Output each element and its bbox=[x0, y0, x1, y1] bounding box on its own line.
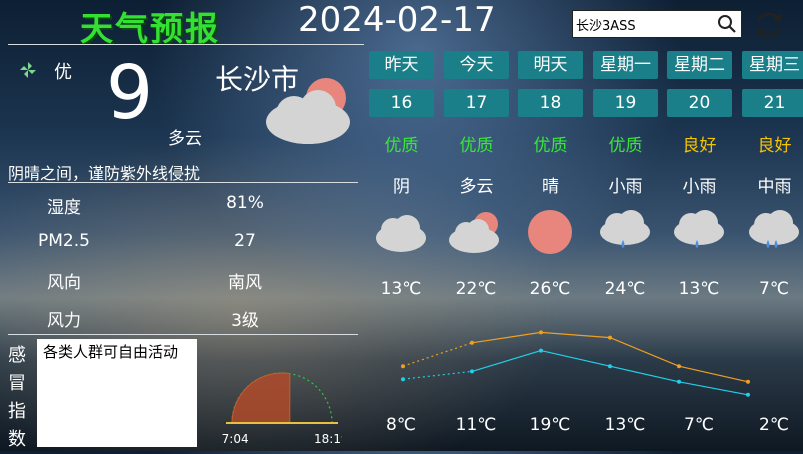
tab-0[interactable]: 昨天 bbox=[369, 51, 434, 79]
humidity-label: 湿度 bbox=[47, 198, 81, 218]
date-1[interactable]: 17 bbox=[444, 89, 509, 117]
weather-4: 小雨 bbox=[682, 177, 717, 197]
cold-index-text: 各类人群可自由活动 bbox=[37, 339, 197, 447]
series-0-point-1 bbox=[470, 340, 474, 345]
low-temp-5: 2℃ bbox=[759, 415, 789, 435]
header-divider bbox=[8, 44, 364, 45]
series-0-point-5 bbox=[746, 379, 750, 384]
wind-direction-label: 风向 bbox=[47, 273, 81, 293]
tab-3[interactable]: 星期一 bbox=[593, 51, 658, 79]
series-1-segment-2 bbox=[540, 350, 611, 367]
quality-5: 良好 bbox=[757, 136, 792, 156]
quality-2: 优质 bbox=[533, 136, 568, 156]
weather-3: 小雨 bbox=[608, 177, 643, 197]
partly-cloudy-icon bbox=[449, 212, 499, 253]
cloudy-icon bbox=[376, 215, 426, 252]
series-0-segment-1 bbox=[471, 331, 542, 344]
pm25-label: PM2.5 bbox=[38, 231, 90, 251]
series-1-point-4 bbox=[677, 379, 681, 384]
high-temp-3: 24℃ bbox=[604, 279, 646, 299]
date-title: 2024-02-17 bbox=[298, 0, 496, 40]
low-temp-3: 13℃ bbox=[604, 415, 646, 435]
series-0-point-0 bbox=[401, 364, 405, 369]
series-0-segment-4 bbox=[678, 365, 749, 383]
sunset-time: 18:19 bbox=[314, 432, 342, 446]
date-4[interactable]: 20 bbox=[667, 89, 732, 117]
series-1-point-1 bbox=[470, 369, 474, 374]
series-1-point-3 bbox=[608, 364, 612, 369]
series-0-segment-2 bbox=[540, 331, 611, 339]
wind-force-value: 3级 bbox=[231, 311, 259, 331]
search-icon[interactable] bbox=[717, 14, 737, 34]
tab-2[interactable]: 明天 bbox=[518, 51, 583, 79]
quality-0: 优质 bbox=[384, 136, 419, 156]
refresh-icon[interactable] bbox=[752, 8, 786, 42]
low-temp-4: 7℃ bbox=[684, 415, 714, 435]
search-box[interactable] bbox=[572, 10, 742, 38]
high-temp-5: 7℃ bbox=[759, 279, 789, 299]
light-rain-icon bbox=[600, 210, 650, 248]
low-temp-1: 11℃ bbox=[455, 415, 497, 435]
tip-divider bbox=[8, 182, 358, 183]
aqi-level: 优 bbox=[54, 62, 72, 83]
tab-1[interactable]: 今天 bbox=[444, 51, 509, 79]
series-1-point-2 bbox=[539, 348, 543, 353]
stats-divider bbox=[8, 334, 358, 335]
series-1-segment-4 bbox=[678, 381, 749, 396]
app-title: 天气预报 bbox=[80, 9, 220, 48]
series-0-point-4 bbox=[677, 364, 681, 369]
sun-progress-fill bbox=[231, 372, 291, 424]
current-temperature: 9 bbox=[106, 50, 154, 136]
low-temp-2: 19℃ bbox=[529, 415, 571, 435]
tab-5[interactable]: 星期三 bbox=[742, 51, 803, 79]
date-0[interactable]: 16 bbox=[369, 89, 434, 117]
weather-0: 阴 bbox=[393, 177, 410, 197]
cold-index-label: 感冒指数 bbox=[8, 345, 26, 450]
pm25-value: 27 bbox=[234, 231, 256, 251]
wind-force-label: 风力 bbox=[47, 311, 81, 331]
quality-3: 优质 bbox=[608, 136, 643, 156]
wind-direction-value: 南风 bbox=[228, 273, 262, 293]
humidity-value: 81% bbox=[226, 193, 264, 213]
tab-4[interactable]: 星期二 bbox=[667, 51, 732, 79]
weather-tip: 阴晴之间，谨防紫外线侵扰 bbox=[8, 164, 201, 183]
series-1-point-5 bbox=[746, 392, 750, 397]
date-5[interactable]: 21 bbox=[742, 89, 803, 117]
partly-cloudy-icon bbox=[266, 78, 350, 144]
series-0-point-3 bbox=[608, 335, 612, 340]
high-temp-4: 13℃ bbox=[678, 279, 720, 299]
sunny-icon bbox=[528, 210, 572, 254]
series-1-segment-0 bbox=[402, 370, 473, 380]
sunrise-time: 07:04 bbox=[222, 432, 249, 446]
series-0-segment-3 bbox=[609, 337, 680, 367]
current-condition: 多云 bbox=[168, 129, 202, 149]
series-0-segment-0 bbox=[402, 342, 473, 367]
weather-2: 晴 bbox=[542, 177, 559, 197]
weather-5: 中雨 bbox=[757, 177, 792, 197]
date-3[interactable]: 19 bbox=[593, 89, 658, 117]
weather-1: 多云 bbox=[459, 177, 494, 197]
light-rain-icon bbox=[674, 210, 724, 248]
sun-arc-chart: 07:04 18:19 bbox=[222, 372, 342, 446]
city-search-input[interactable] bbox=[576, 13, 716, 35]
high-temp-1: 22℃ bbox=[455, 279, 497, 299]
series-1-segment-1 bbox=[471, 350, 542, 372]
quality-1: 优质 bbox=[459, 136, 494, 156]
low-temp-0: 8℃ bbox=[386, 415, 416, 435]
series-1-point-0 bbox=[401, 377, 405, 382]
quality-4: 良好 bbox=[682, 136, 717, 156]
series-0-point-2 bbox=[539, 330, 543, 335]
pinwheel-icon bbox=[20, 62, 36, 78]
temperature-trend-chart bbox=[401, 330, 750, 397]
date-2[interactable]: 18 bbox=[518, 89, 583, 117]
high-temp-0: 13℃ bbox=[380, 279, 422, 299]
moderate-rain-icon bbox=[749, 210, 799, 248]
series-1-segment-3 bbox=[609, 365, 680, 383]
high-temp-2: 26℃ bbox=[529, 279, 571, 299]
